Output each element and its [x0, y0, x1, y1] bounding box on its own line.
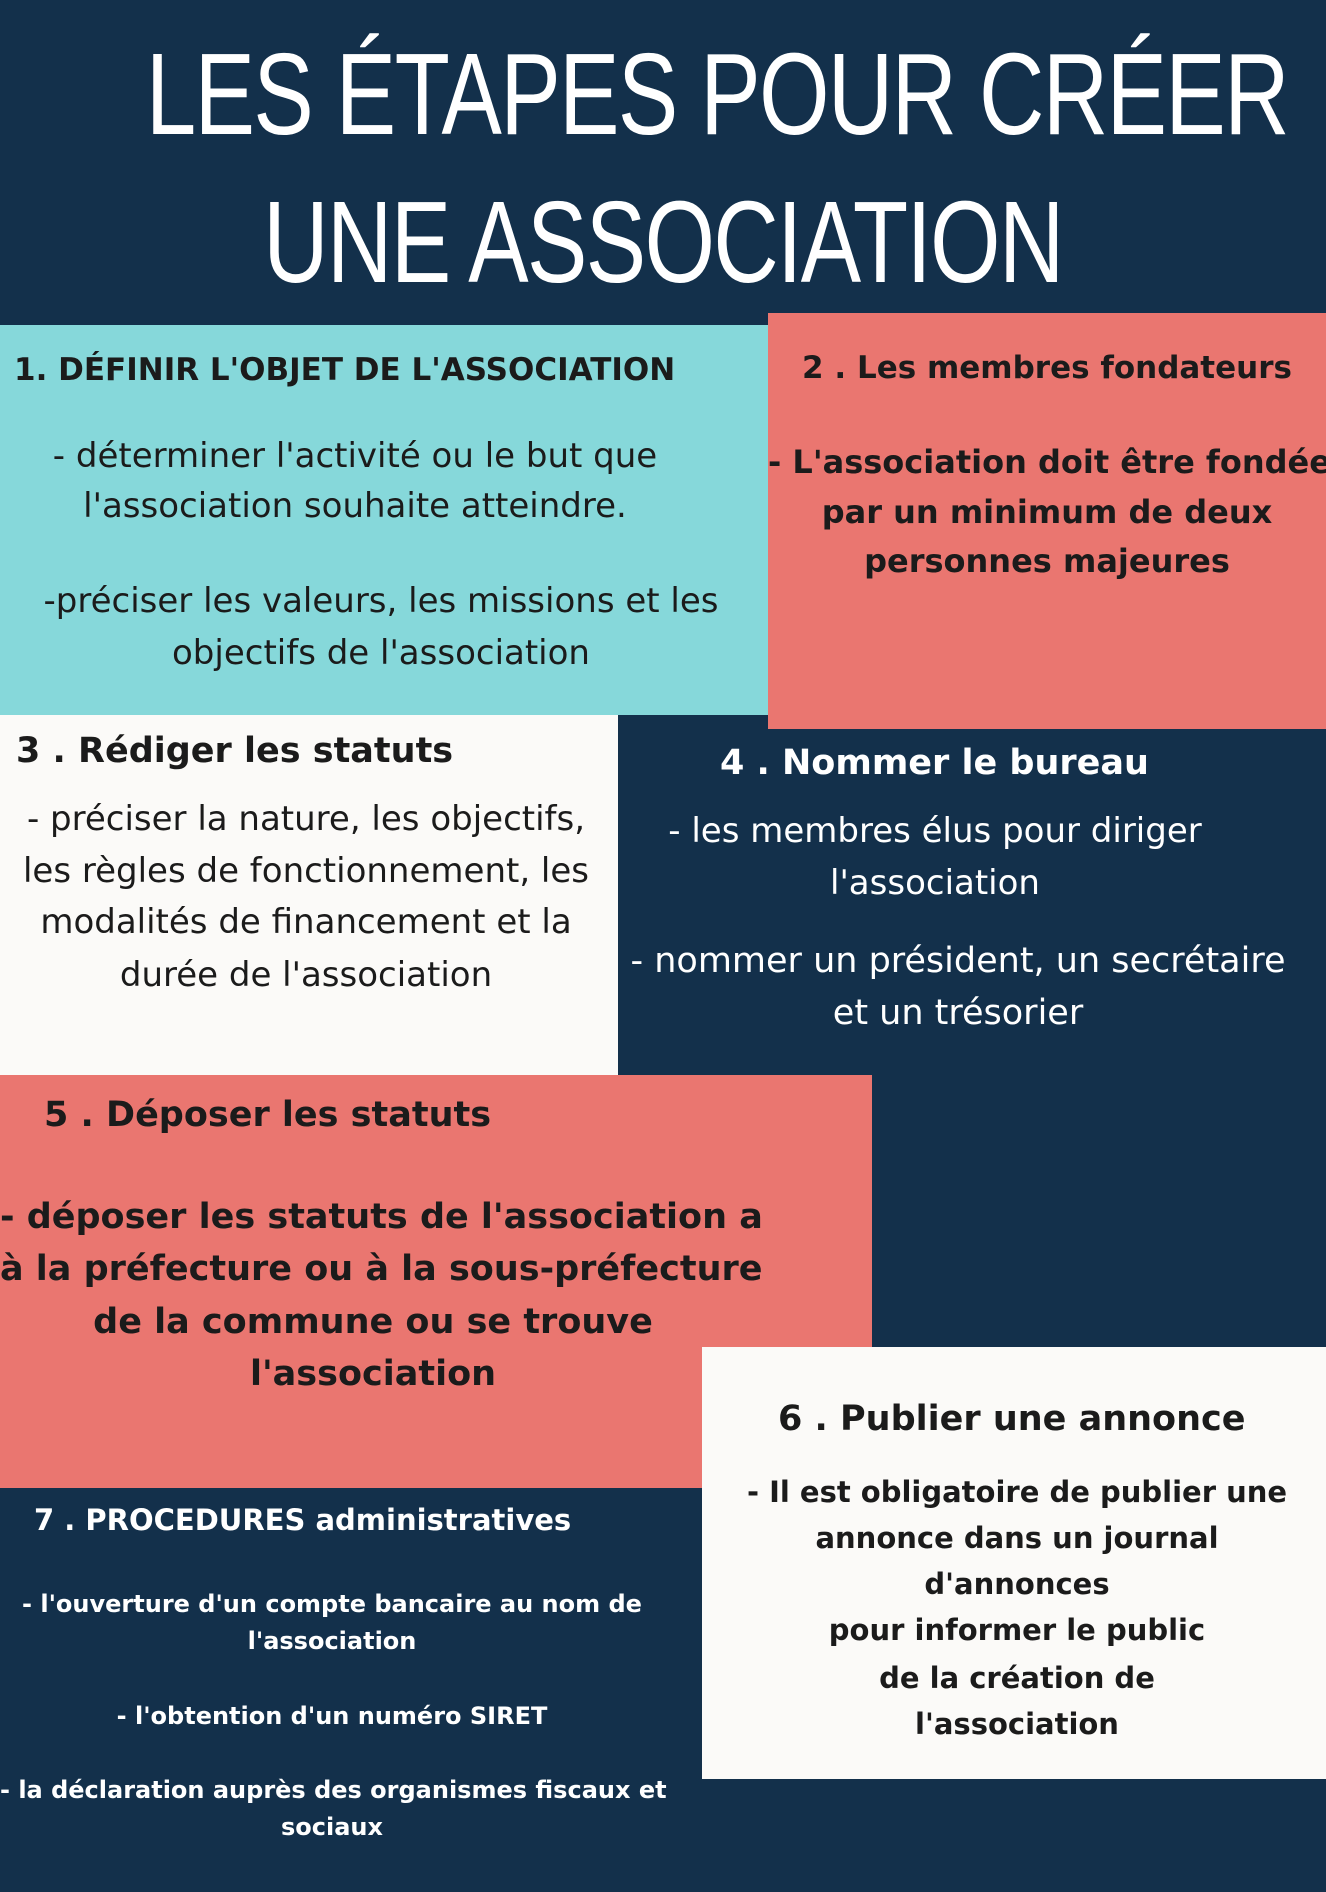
step-1-line-4: objectifs de l'association — [172, 633, 590, 673]
step-2-line-1: - L'association doit être fondée — [768, 443, 1326, 481]
step-5-heading: 5 . Déposer les statuts — [44, 1095, 492, 1135]
step-1-line-2: l'association souhaite atteindre. — [83, 486, 627, 526]
step-7-heading: 7 . PROCEDURES administratives — [34, 1503, 572, 1537]
step-6-line-4: pour informer le public — [828, 1613, 1206, 1647]
step-7-line-3: - l'obtention d'un numéro SIRET — [116, 1702, 548, 1730]
step-7-line-4: - la déclaration auprès des organismes f… — [0, 1776, 667, 1804]
step-3-line-4: durée de l'association — [119, 955, 493, 995]
step-3-line-3: modalités de financement et la — [40, 902, 572, 942]
step-1-heading: 1. DÉFINIR L'OBJET DE L'ASSOCIATION — [14, 352, 676, 388]
step-6-line-1: - Il est obligatoire de publier une — [746, 1475, 1288, 1509]
step-2-heading: 2 . Les membres fondateurs — [802, 350, 1292, 386]
step-5-line-2: à la préfecture ou à la sous-préfecture — [0, 1249, 763, 1289]
step-2-line-3: personnes majeures — [864, 542, 1230, 580]
step-6-line-3: d'annonces — [924, 1567, 1110, 1601]
step-3-line-1: - préciser la nature, les objectifs, — [26, 799, 586, 839]
step-5-line-3: de la commune ou se trouve — [93, 1302, 653, 1342]
page-title: LES ÉTAPES POUR CRÉER UNE ASSOCIATION — [145, 20, 1290, 316]
title-line-1: LES ÉTAPES POUR CRÉER — [145, 29, 1290, 159]
step-1-line-1: - déterminer l'activité ou le but que — [52, 436, 658, 476]
step-7-line-5: sociaux — [281, 1813, 383, 1841]
step-6-line-2: annonce dans un journal — [815, 1521, 1219, 1555]
step-6-line-6: l'association — [915, 1707, 1119, 1741]
step-3-heading: 3 . Rédiger les statuts — [16, 731, 454, 771]
step-4-line-2: l'association — [830, 863, 1040, 903]
step-7-line-1: - l'ouverture d'un compte bancaire au no… — [22, 1590, 642, 1618]
step-4-line-4: et un trésorier — [832, 993, 1084, 1033]
step-5-line-4: l'association — [249, 1354, 497, 1394]
title-line-2: UNE ASSOCIATION — [263, 177, 1064, 307]
step-5-line-1: - déposer les statuts de l'association a — [0, 1197, 763, 1237]
step-4-line-1: - les membres élus pour diriger — [668, 811, 1202, 851]
step-6-heading: 6 . Publier une annonce — [778, 1399, 1246, 1439]
step-4-line-3: - nommer un président, un secrétaire — [630, 941, 1286, 981]
step-1-line-3: -préciser les valeurs, les missions et l… — [43, 581, 719, 621]
step-3-line-2: les règles de fonctionnement, les — [22, 851, 590, 891]
step-2-line-2: par un minimum de deux — [821, 493, 1273, 531]
step-6-line-5: de la création de — [879, 1661, 1155, 1695]
step-4-heading: 4 . Nommer le bureau — [720, 743, 1149, 783]
step-7-line-2: l'association — [247, 1627, 417, 1655]
